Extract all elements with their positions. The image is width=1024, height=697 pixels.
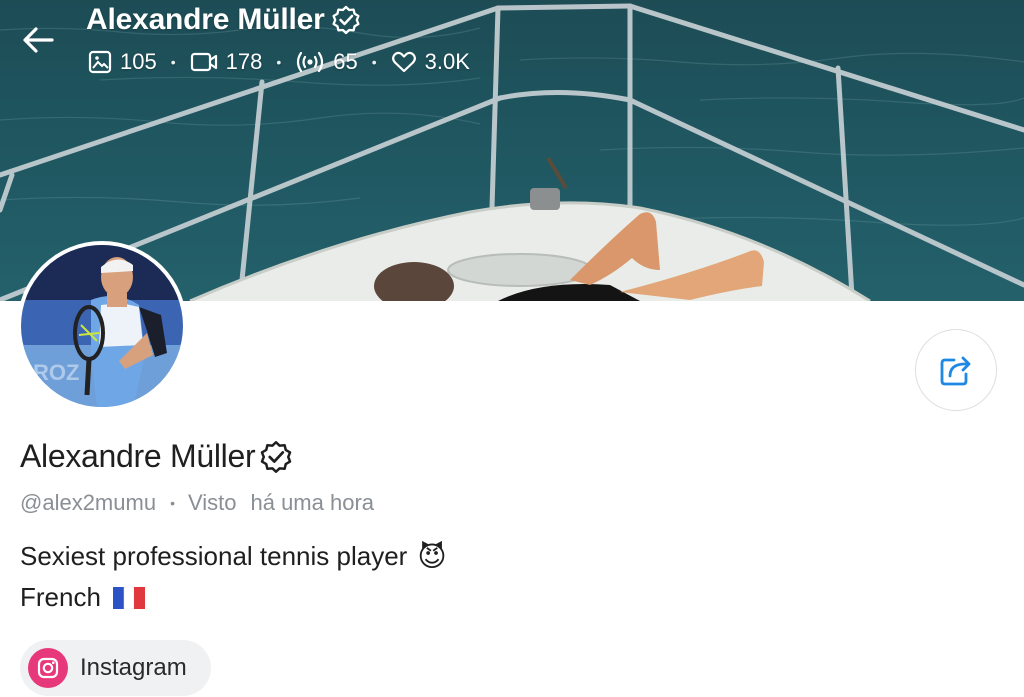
share-icon [940,356,971,386]
bio-text-2: French [20,582,101,612]
broadcast-icon [297,51,324,73]
header-stats: 105 • 178 • 65 • 3.0K [88,46,470,78]
videos-count: 178 [225,49,263,74]
last-seen-label: Visto [187,490,237,515]
bio-line-1: Sexiest professional tennis player 😈 [20,540,447,573]
instagram-icon [28,648,68,688]
separator-dot: • [170,54,176,70]
stat-videos: 178 [190,49,263,75]
stat-streams: 65 [295,49,358,75]
separator-dot: • [276,54,282,70]
profile-name-text: Alexandre Müller [20,438,256,474]
profile-meta: @alex2mumu • Visto há uma hora [20,489,374,517]
header-name: Alexandre Müller [86,3,325,36]
separator-dot: • [371,54,377,70]
bio-text-1: Sexiest professional tennis player [20,541,408,571]
french-flag-icon [112,586,145,609]
bio-line-2: French 🇫🇷 [20,582,145,613]
separator-dot: • [170,495,175,511]
username: @alex2mumu [20,490,157,515]
likes-count: 3.0K [424,49,470,74]
french-flag-emoji: 🇫🇷 [112,586,145,609]
back-button[interactable] [18,22,58,58]
avatar-image: ROZ [21,245,183,407]
image-icon [88,50,112,74]
share-button[interactable] [915,329,997,411]
last-seen-time: há uma hora [250,490,375,515]
avatar[interactable]: ROZ [17,241,187,411]
svg-text:ROZ: ROZ [33,360,79,385]
verified-badge-icon [331,5,360,35]
profile-name: Alexandre Müller [20,438,293,475]
streams-count: 65 [333,49,358,74]
verified-badge-icon [261,440,292,473]
heart-icon [391,51,416,73]
instagram-link[interactable]: Instagram [20,640,211,696]
photos-count: 105 [120,49,157,74]
video-camera-icon [190,52,217,72]
instagram-label: Instagram [80,654,187,681]
arrow-left-icon [23,27,54,53]
devil-emoji: 😈 [417,541,447,572]
stat-photos: 105 [88,49,157,75]
stat-likes: 3.0K [391,49,470,75]
header-title: Alexandre Müller [86,3,361,37]
